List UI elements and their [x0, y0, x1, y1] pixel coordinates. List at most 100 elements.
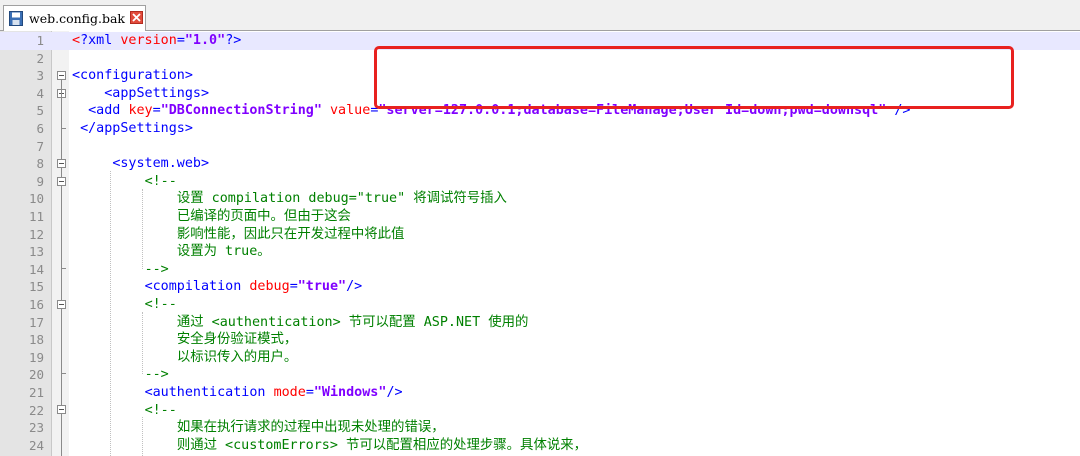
fold-toggle-comment-3[interactable]	[57, 405, 66, 415]
tab-bar: web.config.bak	[0, 0, 1080, 31]
line-number: 1	[36, 33, 44, 48]
code-token: <appSettings>	[104, 85, 210, 101]
code-token: "1.0"	[184, 33, 226, 48]
code-token: <configuration>	[72, 68, 193, 84]
code-token: =	[152, 103, 161, 119]
code-line[interactable]: <compilation debug="true"/>	[0, 278, 1080, 296]
indent-guide	[142, 312, 143, 374]
code-line[interactable]: 设置 compilation debug="true" 将调试符号插入	[0, 190, 1080, 208]
line-number: 6	[36, 121, 44, 136]
code-token: 以标识传入的用户。	[176, 349, 298, 365]
code-line[interactable]: -->	[0, 261, 1080, 279]
code-line[interactable]: 以标识传入的用户。	[0, 349, 1080, 367]
code-line[interactable]: 安全身份验证模式，	[0, 331, 1080, 349]
line-number: 19	[28, 349, 44, 365]
code-token: "DBConnectionString"	[160, 103, 322, 119]
code-token: -->	[144, 261, 169, 277]
fold-toggle-comment-2[interactable]	[57, 299, 66, 309]
code-line-content: -->	[72, 261, 169, 279]
line-number: 15	[28, 279, 44, 295]
code-line[interactable]: -->	[0, 366, 1080, 384]
code-line[interactable]: <!--	[0, 296, 1080, 314]
code-line-content: <!--	[72, 173, 177, 191]
code-token: 则通过 <customErrors> 节可以配置相应的处理步骤。具体说来，	[176, 437, 588, 453]
line-number: 14	[28, 261, 44, 277]
code-line[interactable]: 影响性能，因此只在开发过程中将此值	[0, 226, 1080, 244]
code-line[interactable]: 通过 <authentication> 节可以配置 ASP.NET 使用的	[0, 314, 1080, 332]
close-icon[interactable]	[130, 11, 143, 24]
code-line-content: <system.web>	[72, 155, 209, 173]
code-token: <!--	[144, 173, 177, 189]
code-token: 如果在执行请求的过程中出现未处理的错误，	[176, 420, 445, 436]
code-line[interactable]	[0, 138, 1080, 156]
code-line[interactable]: </appSettings>	[0, 120, 1080, 138]
code-token: -->	[144, 367, 169, 383]
code-line-content: 安全身份验证模式，	[72, 331, 298, 349]
code-line-content: <authentication mode="Windows"/>	[72, 384, 403, 402]
code-token: />	[386, 385, 403, 400]
code-line-content: </appSettings>	[72, 120, 193, 138]
line-number: 23	[28, 420, 44, 436]
line-number: 4	[36, 85, 44, 101]
code-token: <!--	[144, 402, 177, 418]
code-line-content: 设置 compilation debug="true" 将调试符号插入	[72, 190, 507, 208]
code-line-content: 已编译的页面中。但由于这会	[72, 208, 351, 226]
code-line[interactable]: 则通过 <customErrors> 节可以配置相应的处理步骤。具体说来，	[0, 437, 1080, 455]
line-number: 22	[28, 402, 44, 418]
fold-toggle-configuration[interactable]	[57, 71, 66, 80]
code-token: 通过 <authentication> 节可以配置 ASP.NET 使用的	[176, 314, 529, 330]
tab-web-config[interactable]: web.config.bak	[3, 5, 146, 31]
line-number: 17	[28, 314, 44, 330]
indent-guide	[142, 189, 143, 269]
fold-toggle-comment-1[interactable]	[57, 176, 66, 186]
line-number: 10	[28, 191, 44, 207]
line-number: 21	[28, 385, 44, 400]
code-token: "true"	[297, 279, 347, 295]
code-token: version	[120, 33, 177, 48]
fold-end	[61, 128, 66, 129]
indent-guide	[110, 171, 111, 456]
code-line[interactable]: 如果在执行请求的过程中出现未处理的错误，	[0, 419, 1080, 437]
code-line[interactable]: <system.web>	[0, 155, 1080, 173]
code-token: <system.web>	[112, 156, 210, 172]
code-line[interactable]: <authentication mode="Windows"/>	[0, 384, 1080, 402]
line-number: 7	[36, 138, 44, 154]
code-token: 安全身份验证模式，	[176, 332, 298, 348]
code-token: </appSettings>	[80, 121, 193, 136]
fold-toggle-system-web[interactable]	[57, 159, 66, 168]
code-token: "Windows"	[313, 385, 387, 400]
code-line[interactable]: 设置为 true。	[0, 243, 1080, 261]
code-line-content: 如果在执行请求的过程中出现未处理的错误，	[72, 419, 445, 437]
code-token: />	[346, 279, 363, 295]
code-token: ?xml	[80, 33, 121, 48]
line-number: 18	[28, 332, 44, 348]
line-number: 9	[36, 173, 44, 189]
code-line[interactable]: <!--	[0, 402, 1080, 420]
code-token: ?>	[225, 33, 242, 48]
code-line[interactable]: 已编译的页面中。但由于这会	[0, 208, 1080, 226]
code-token: value	[330, 103, 371, 119]
code-line[interactable]: <!--	[0, 173, 1080, 191]
code-token: debug	[249, 279, 290, 295]
code-line-content: <appSettings>	[72, 85, 209, 103]
code-line-content: 影响性能，因此只在开发过程中将此值	[72, 226, 405, 244]
code-token: <	[72, 33, 81, 48]
